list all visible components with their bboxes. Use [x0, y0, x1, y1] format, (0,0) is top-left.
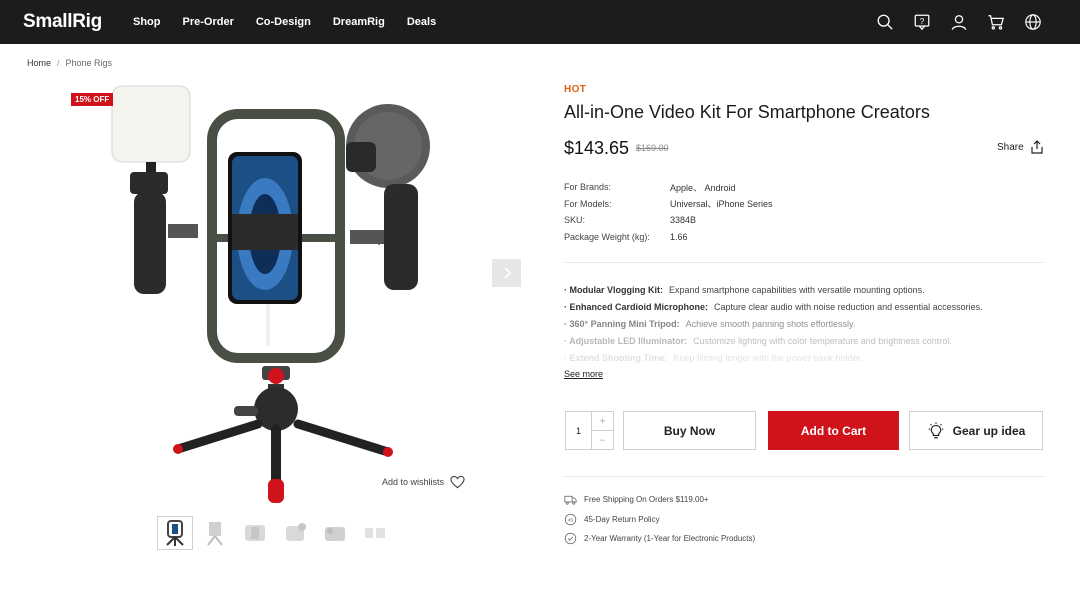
support-icon[interactable]: ? [911, 11, 933, 33]
perk-text: 2-Year Warranty (1-Year for Electronic P… [584, 534, 756, 544]
thumbnail[interactable] [277, 516, 313, 550]
spec-label: For Models: [564, 198, 612, 209]
language-icon[interactable] [1022, 11, 1044, 33]
spec-row: SKU: 3384B [564, 212, 773, 229]
feature-title: · Modular Vlogging Kit: [564, 284, 663, 295]
thumbnail[interactable] [237, 516, 273, 550]
feature-text: Expand smartphone capabilities with vers… [668, 284, 925, 295]
add-to-cart-button[interactable]: Add to Cart [768, 411, 899, 450]
perk-item: 45 45-Day Return Policy [564, 510, 755, 530]
spec-row: For Brands: Apple、 Android [564, 179, 773, 196]
feature-text: Customize lighting with color temperatur… [693, 335, 952, 346]
share-button[interactable]: Share [997, 140, 1044, 154]
return-icon: 45 [564, 513, 577, 525]
breadcrumb-separator: / [57, 58, 60, 68]
nav-dreamrig[interactable]: DreamRig [333, 16, 385, 28]
feature-item: · 360° Panning Mini Tripod: Achieve smoot… [564, 315, 1044, 332]
feature-text: Capture clear audio with noise reduction… [714, 301, 983, 312]
search-icon[interactable] [874, 11, 896, 33]
original-price: $169.00 [636, 143, 669, 153]
share-label: Share [997, 141, 1024, 153]
feature-title: · Enhanced Cardioid Microphone: [564, 301, 709, 312]
svg-text:?: ? [920, 17, 925, 26]
spec-row: For Models: Universal、iPhone Series [564, 196, 773, 213]
nav-co-design[interactable]: Co-Design [256, 16, 311, 28]
chevron-right-icon [503, 267, 511, 279]
hot-tag: HOT [564, 84, 587, 95]
spec-label: Package Weight (kg): [564, 231, 650, 242]
quantity-controls: + − [591, 412, 613, 449]
quantity-stepper: 1 + − [565, 411, 614, 450]
nav-shop[interactable]: Shop [133, 16, 161, 28]
perk-item: 2-Year Warranty (1-Year for Electronic P… [564, 529, 755, 549]
smallrig-logo[interactable]: SmallRig [23, 11, 102, 33]
thumbnail[interactable] [197, 516, 233, 550]
feature-title: · Extend Shooting Time: [564, 352, 668, 363]
quantity-input[interactable]: 1 [566, 412, 591, 449]
top-navigation-bar: SmallRig Shop Pre-Order Co-Design DreamR… [0, 0, 1080, 44]
divider [564, 262, 1044, 263]
feature-item: · Modular Vlogging Kit: Expand smartphone… [564, 281, 1044, 298]
spec-value: 3384B [670, 215, 697, 226]
breadcrumb-current[interactable]: Phone Rigs [66, 58, 113, 68]
thumbnail[interactable] [317, 516, 353, 550]
cart-icon[interactable] [985, 11, 1007, 33]
nav-pre-order[interactable]: Pre-Order [183, 16, 234, 28]
truck-icon [564, 496, 577, 505]
main-nav: Shop Pre-Order Co-Design DreamRig Deals [133, 0, 458, 44]
feature-title: · Adjustable LED Illuminator: [564, 335, 688, 346]
quantity-decrease-button[interactable]: − [592, 431, 613, 449]
spec-value: Apple、 Android [670, 182, 736, 193]
spec-value: 1.66 [670, 231, 688, 242]
spec-value: Universal、iPhone Series [670, 199, 773, 210]
heart-icon [450, 475, 465, 489]
warranty-icon [564, 533, 577, 545]
perk-text: 45-Day Return Policy [584, 514, 660, 524]
product-gallery: 15% OFF [70, 84, 480, 550]
svg-text:45: 45 [568, 517, 574, 523]
divider [564, 476, 1044, 477]
thumbnail[interactable] [357, 516, 393, 550]
feature-item: · Adjustable LED Illuminator: Customize l… [564, 332, 1044, 349]
spec-label: SKU: [564, 215, 586, 226]
perk-item: Free Shipping On Orders $119.00+ [564, 490, 755, 510]
spec-label: For Brands: [564, 182, 612, 193]
header-icons: ? [874, 11, 1044, 33]
account-icon[interactable] [948, 11, 970, 33]
breadcrumb-home[interactable]: Home [27, 58, 51, 68]
perks-list: Free Shipping On Orders $119.00+ 45 45-D… [564, 490, 755, 549]
feature-item: · Enhanced Cardioid Microphone: Capture c… [564, 298, 1044, 315]
spec-row: Package Weight (kg): 1.66 [564, 229, 773, 246]
add-to-wishlist[interactable]: Add to wishlists [382, 475, 465, 489]
buy-now-button[interactable]: Buy Now [623, 411, 756, 450]
discount-badge: 15% OFF [71, 93, 114, 106]
feature-item: · Extend Shooting Time: Keep filming long… [564, 349, 1044, 366]
wishlist-label: Add to wishlists [382, 477, 445, 487]
see-more-link[interactable]: See more [564, 369, 603, 379]
feature-text: Achieve smooth panning shots effortlessl… [685, 318, 856, 329]
thumbnail-strip [157, 516, 393, 550]
gear-up-label: Gear up idea [952, 423, 1026, 438]
breadcrumb: Home / Phone Rigs [27, 58, 112, 68]
gallery-next-button[interactable] [492, 259, 521, 287]
product-image[interactable] [98, 84, 458, 514]
nav-deals[interactable]: Deals [407, 16, 436, 28]
spec-table: For Brands: Apple、 Android For Models: U… [564, 179, 773, 245]
thumbnail[interactable] [157, 516, 193, 550]
current-price: $143.65 [564, 138, 630, 158]
product-title: All-in-One Video Kit For Smartphone Crea… [564, 102, 930, 122]
feature-list: · Modular Vlogging Kit: Expand smartphone… [564, 281, 1044, 366]
feature-text: Keep filming longer with the power bank … [673, 352, 863, 363]
perk-text: Free Shipping On Orders $119.00+ [584, 495, 709, 505]
lightbulb-icon [928, 421, 943, 438]
gear-up-idea-button[interactable]: Gear up idea [909, 411, 1043, 450]
feature-title: · 360° Panning Mini Tripod: [564, 318, 680, 329]
quantity-increase-button[interactable]: + [592, 412, 613, 431]
share-icon [1031, 140, 1043, 154]
